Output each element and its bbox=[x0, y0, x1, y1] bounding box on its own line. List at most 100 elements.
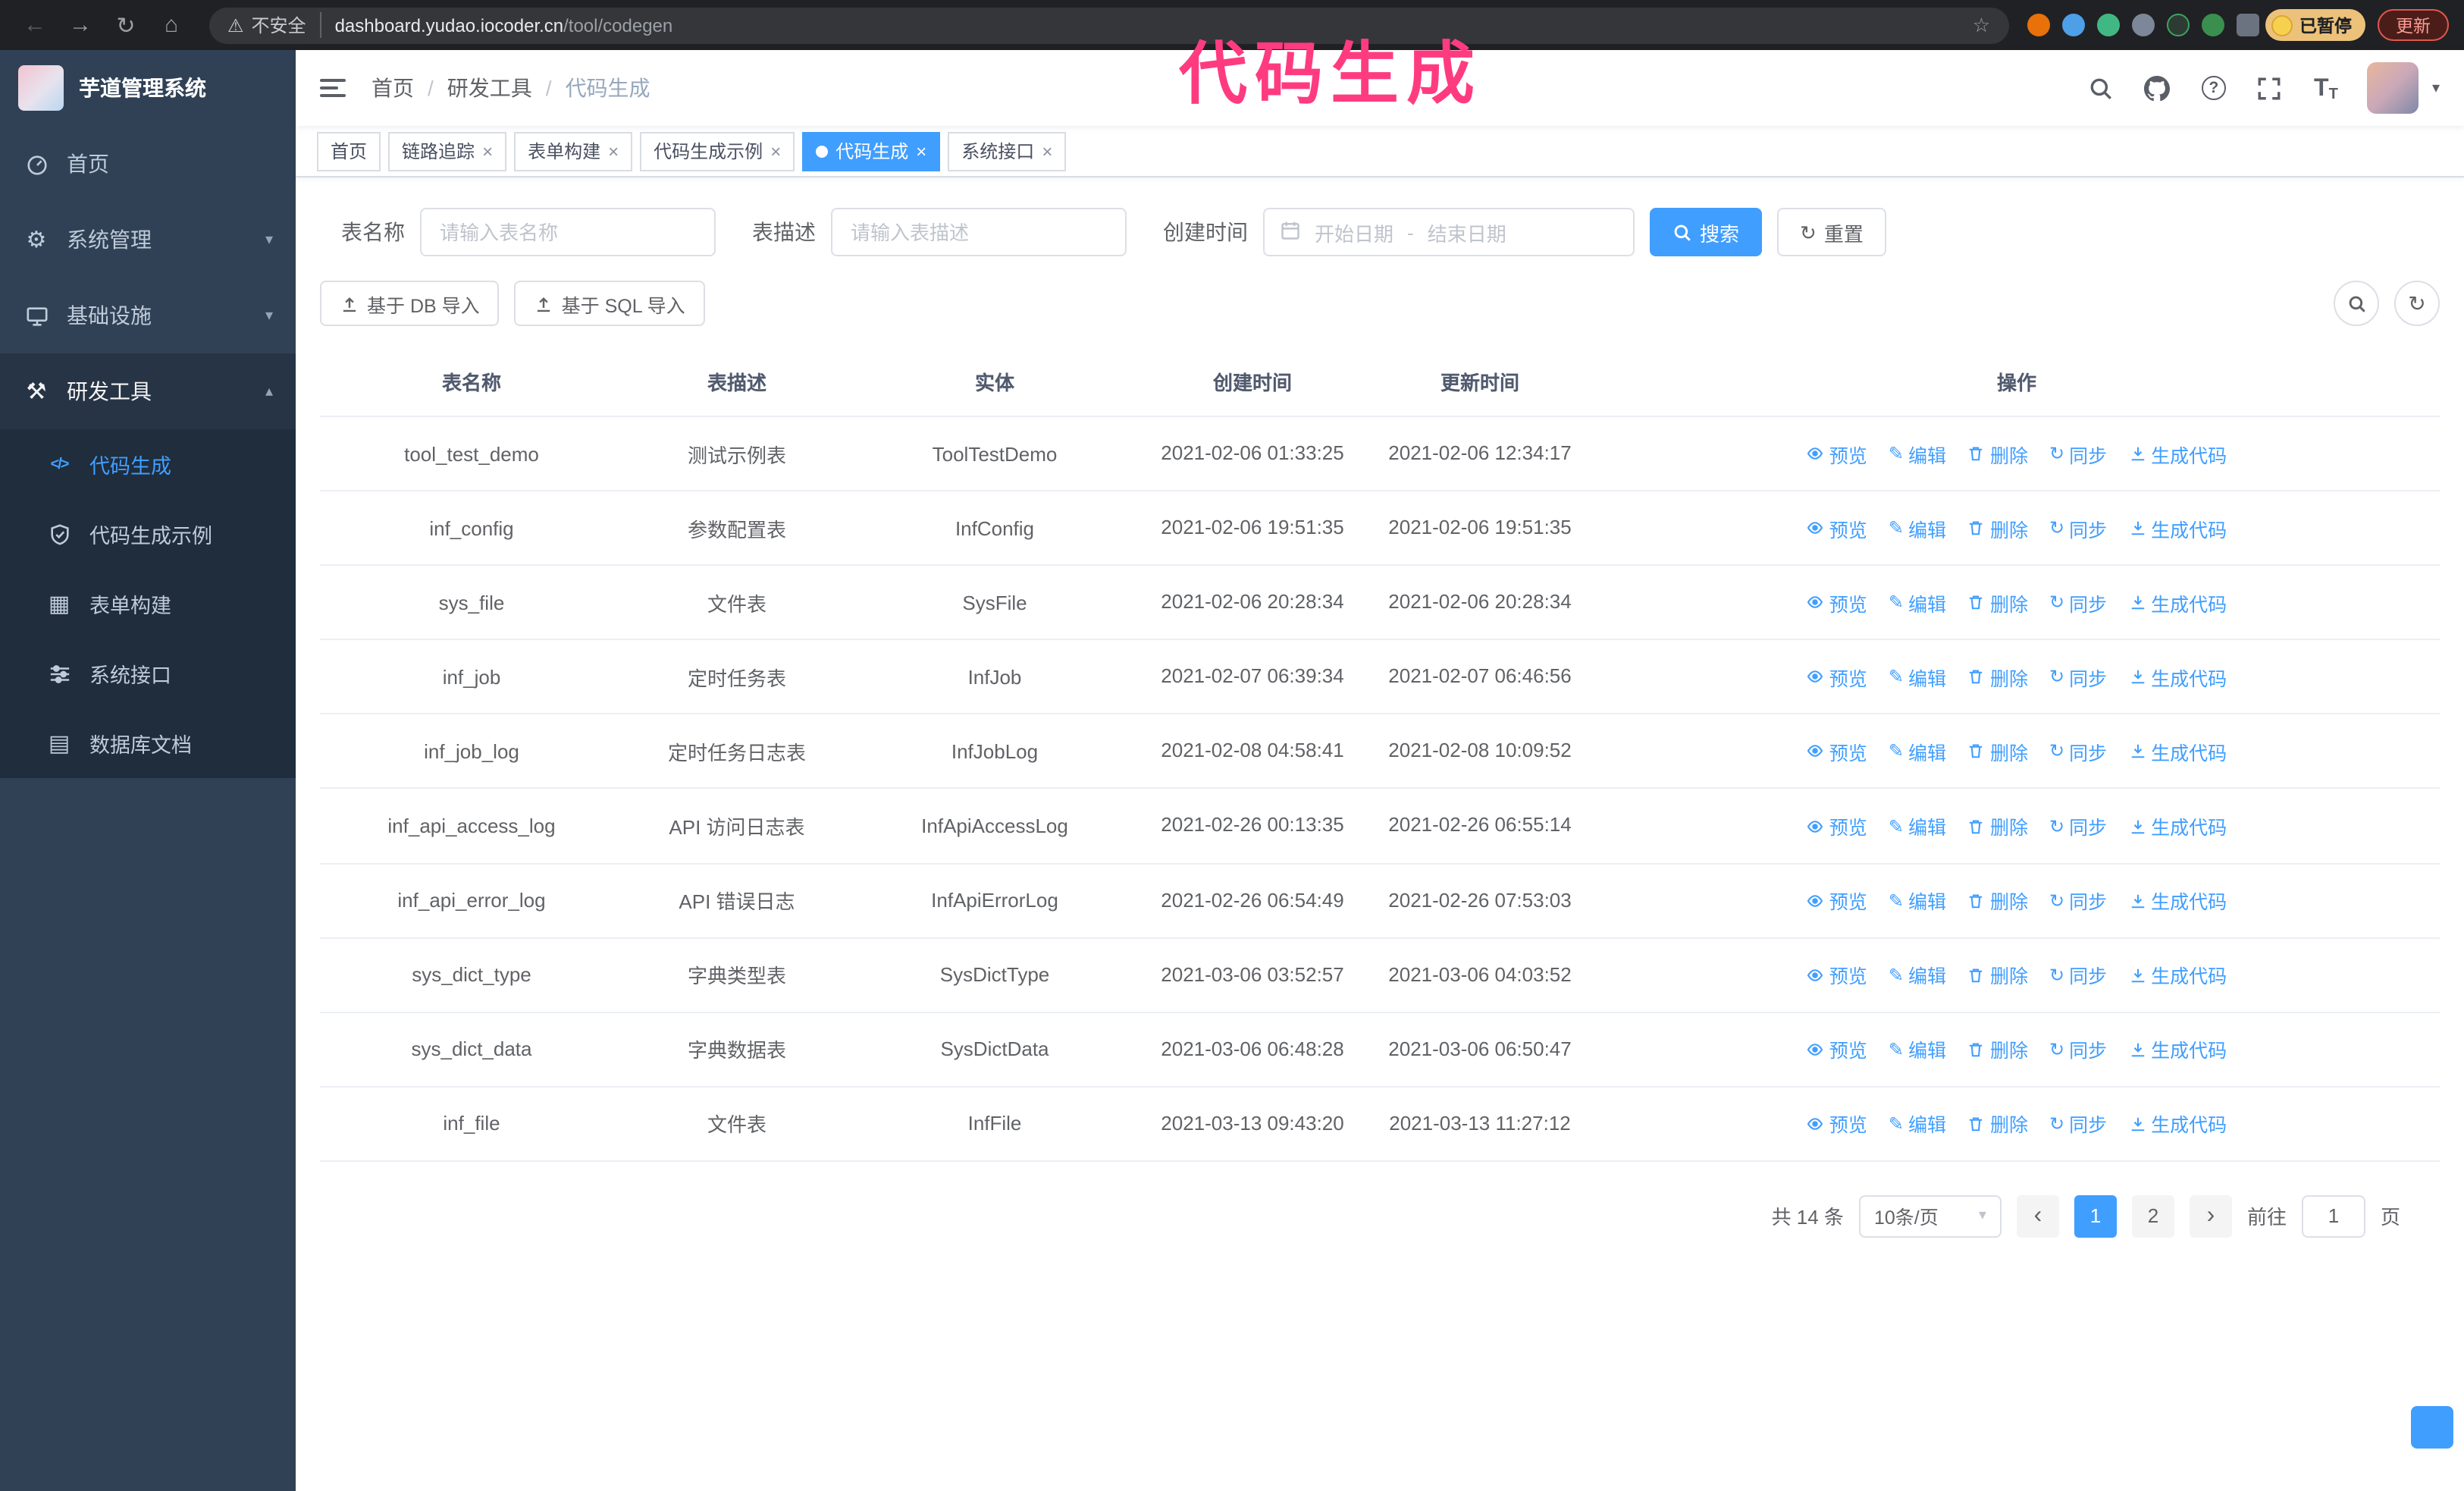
delete-link[interactable]: 删除 bbox=[1967, 960, 2028, 989]
close-icon[interactable]: × bbox=[482, 142, 493, 160]
preview-link[interactable]: 预览 bbox=[1807, 663, 1867, 692]
sidebar-item-system[interactable]: ⚙ 系统管理 ▾ bbox=[0, 202, 296, 278]
breadcrumb-home[interactable]: 首页 bbox=[371, 73, 414, 103]
page-button-2[interactable]: 2 bbox=[2131, 1194, 2174, 1238]
page-size-select[interactable]: 10条/页 ▾ bbox=[1858, 1194, 2002, 1238]
sidebar-item-codegen[interactable]: </> 代码生成 bbox=[0, 429, 296, 499]
sidebar-toggle-icon[interactable] bbox=[320, 74, 347, 102]
refresh-table-button[interactable]: ↻ bbox=[2394, 281, 2440, 326]
edit-link[interactable]: ✎ 编辑 bbox=[1889, 1110, 1946, 1138]
generate-code-link[interactable]: 生成代码 bbox=[2128, 663, 2227, 692]
generate-code-link[interactable]: 生成代码 bbox=[2128, 1035, 2227, 1064]
sidebar-item-infra[interactable]: 基础设施 ▾ bbox=[0, 278, 296, 353]
delete-link[interactable]: 删除 bbox=[1967, 886, 2028, 915]
delete-link[interactable]: 删除 bbox=[1967, 513, 2028, 542]
search-button[interactable]: 搜索 bbox=[1650, 208, 1763, 256]
import-db-button[interactable]: 基于 DB 导入 bbox=[320, 281, 500, 326]
sync-link[interactable]: ↻ 同步 bbox=[2049, 588, 2107, 617]
fullscreen-icon[interactable] bbox=[2255, 73, 2285, 103]
forward-button[interactable]: → bbox=[61, 5, 100, 45]
preview-link[interactable]: 预览 bbox=[1807, 737, 1867, 766]
edit-link[interactable]: ✎ 编辑 bbox=[1889, 588, 1946, 617]
bookmark-star-icon[interactable]: ☆ bbox=[1973, 13, 1990, 37]
sync-link[interactable]: ↻ 同步 bbox=[2049, 811, 2107, 840]
generate-code-link[interactable]: 生成代码 bbox=[2128, 439, 2227, 468]
breadcrumb-devtools[interactable]: 研发工具 bbox=[447, 73, 532, 103]
sync-link[interactable]: ↻ 同步 bbox=[2049, 1110, 2107, 1138]
tab-codegen[interactable]: 代码生成 × bbox=[802, 131, 941, 171]
tab-system-api[interactable]: 系统接口 × bbox=[948, 131, 1067, 171]
sidebar-item-form-builder[interactable]: ▦ 表单构建 bbox=[0, 569, 296, 639]
sidebar-item-db-doc[interactable]: ▤ 数据库文档 bbox=[0, 708, 296, 778]
generate-code-link[interactable]: 生成代码 bbox=[2128, 588, 2227, 617]
font-size-icon[interactable]: TT bbox=[2311, 73, 2341, 103]
sync-link[interactable]: ↻ 同步 bbox=[2049, 886, 2107, 915]
generate-code-link[interactable]: 生成代码 bbox=[2128, 811, 2227, 840]
security-indicator[interactable]: ⚠ 不安全 bbox=[227, 12, 321, 38]
preview-link[interactable]: 预览 bbox=[1807, 588, 1867, 617]
edit-link[interactable]: ✎ 编辑 bbox=[1889, 439, 1946, 468]
delete-link[interactable]: 删除 bbox=[1967, 439, 2028, 468]
address-bar[interactable]: ⚠ 不安全 dashboard.yudao.iocoder.cn/tool/co… bbox=[209, 7, 2008, 43]
edit-link[interactable]: ✎ 编辑 bbox=[1889, 811, 1946, 840]
user-avatar[interactable] bbox=[2366, 62, 2419, 114]
edit-link[interactable]: ✎ 编辑 bbox=[1889, 960, 1946, 989]
prev-page-button[interactable]: ‹ bbox=[2016, 1194, 2059, 1238]
generate-code-link[interactable]: 生成代码 bbox=[2128, 960, 2227, 989]
search-icon[interactable] bbox=[2086, 73, 2117, 103]
generate-code-link[interactable]: 生成代码 bbox=[2128, 886, 2227, 915]
reset-button[interactable]: ↻ 重置 bbox=[1777, 208, 1886, 256]
preview-link[interactable]: 预览 bbox=[1807, 960, 1867, 989]
sync-link[interactable]: ↻ 同步 bbox=[2049, 737, 2107, 766]
edit-link[interactable]: ✎ 编辑 bbox=[1889, 886, 1946, 915]
close-icon[interactable]: × bbox=[770, 142, 781, 160]
goto-page-input[interactable] bbox=[2301, 1194, 2365, 1238]
edit-link[interactable]: ✎ 编辑 bbox=[1889, 1035, 1946, 1064]
preview-link[interactable]: 预览 bbox=[1807, 1035, 1867, 1064]
sync-link[interactable]: ↻ 同步 bbox=[2049, 439, 2107, 468]
preview-link[interactable]: 预览 bbox=[1807, 439, 1867, 468]
preview-link[interactable]: 预览 bbox=[1807, 513, 1867, 542]
extensions-puzzle-icon[interactable] bbox=[2236, 14, 2259, 36]
sidebar-item-system-api[interactable]: 系统接口 bbox=[0, 639, 296, 708]
table-desc-input[interactable] bbox=[831, 208, 1127, 256]
tab-form-builder[interactable]: 表单构建 × bbox=[514, 131, 633, 171]
back-button[interactable]: ← bbox=[15, 5, 55, 45]
delete-link[interactable]: 删除 bbox=[1967, 1110, 2028, 1138]
browser-extension-icon[interactable] bbox=[2027, 14, 2049, 36]
close-icon[interactable]: × bbox=[916, 142, 926, 160]
browser-extension-icon[interactable] bbox=[2131, 14, 2154, 36]
tab-home[interactable]: 首页 bbox=[317, 131, 381, 171]
browser-extension-icon[interactable] bbox=[2096, 14, 2119, 36]
profile-paused-badge[interactable]: 已暂停 bbox=[2265, 9, 2365, 41]
preview-link[interactable]: 预览 bbox=[1807, 1110, 1867, 1138]
sidebar-item-devtools[interactable]: ⚒ 研发工具 ▴ bbox=[0, 353, 296, 429]
generate-code-link[interactable]: 生成代码 bbox=[2128, 737, 2227, 766]
avatar-caret-icon[interactable]: ▾ bbox=[2432, 80, 2440, 96]
table-name-input[interactable] bbox=[420, 208, 716, 256]
delete-link[interactable]: 删除 bbox=[1967, 737, 2028, 766]
sync-link[interactable]: ↻ 同步 bbox=[2049, 513, 2107, 542]
home-button[interactable]: ⌂ bbox=[152, 5, 191, 45]
generate-code-link[interactable]: 生成代码 bbox=[2128, 1110, 2227, 1138]
browser-extension-icon[interactable] bbox=[2201, 14, 2224, 36]
delete-link[interactable]: 删除 bbox=[1967, 588, 2028, 617]
browser-update-button[interactable]: 更新 bbox=[2378, 9, 2449, 41]
browser-extension-icon[interactable] bbox=[2061, 14, 2084, 36]
preview-link[interactable]: 预览 bbox=[1807, 886, 1867, 915]
page-button-1[interactable]: 1 bbox=[2074, 1194, 2117, 1238]
help-icon[interactable]: ? bbox=[2199, 73, 2229, 103]
github-icon[interactable] bbox=[2143, 73, 2173, 103]
tab-trace[interactable]: 链路追踪 × bbox=[388, 131, 507, 171]
browser-extension-icon[interactable] bbox=[2166, 14, 2189, 36]
next-page-button[interactable]: › bbox=[2189, 1194, 2232, 1238]
close-icon[interactable]: × bbox=[608, 142, 619, 160]
floating-action-button[interactable] bbox=[2411, 1406, 2453, 1449]
toggle-search-button[interactable] bbox=[2334, 281, 2379, 326]
reload-button[interactable]: ↻ bbox=[106, 5, 146, 45]
tab-codegen-example[interactable]: 代码生成示例 × bbox=[640, 131, 795, 171]
sync-link[interactable]: ↻ 同步 bbox=[2049, 960, 2107, 989]
generate-code-link[interactable]: 生成代码 bbox=[2128, 513, 2227, 542]
sidebar-item-codegen-example[interactable]: 代码生成示例 bbox=[0, 499, 296, 569]
close-icon[interactable]: × bbox=[1042, 142, 1052, 160]
